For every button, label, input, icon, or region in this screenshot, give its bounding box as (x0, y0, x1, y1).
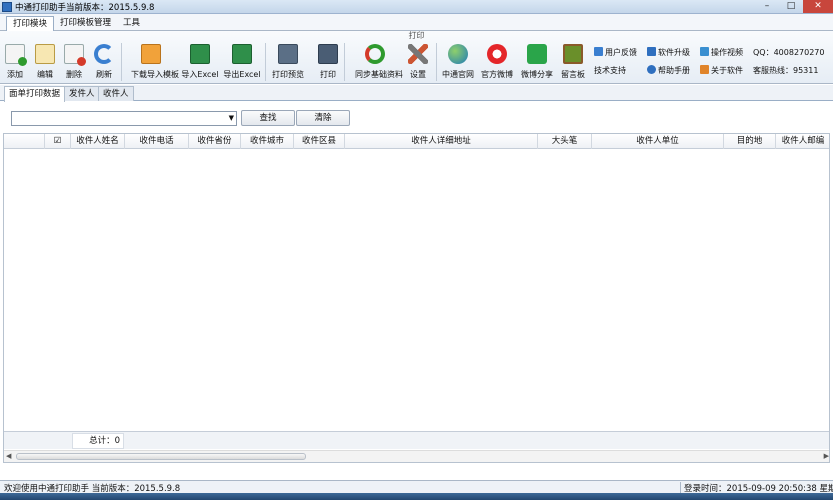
dropdown-arrow-icon[interactable]: ▼ (229, 112, 234, 125)
software-upgrade-link[interactable]: 软件升级 (647, 47, 690, 59)
help-icon (647, 65, 656, 74)
tech-support-link[interactable]: 技术支持 (594, 65, 626, 77)
tab-waybill-data[interactable]: 面单打印数据 (4, 86, 66, 102)
help-manual-link[interactable]: 帮助手册 (647, 65, 690, 77)
qq-number: QQ：4008270270 (753, 48, 825, 57)
column-header-name[interactable]: 收件人姓名 (71, 134, 125, 149)
print-button[interactable]: 打印 (318, 44, 338, 82)
upgrade-icon (647, 47, 656, 56)
search-row: ▼ 查找 清除 (0, 102, 833, 132)
official-weibo-button[interactable]: 官方微博 (481, 44, 513, 82)
menu-bar: 打印模块 打印模板管理 工具 (0, 14, 833, 31)
weibo-share-button[interactable]: 微博分享 (521, 44, 553, 82)
title-bar: 中通打印助手当前版本：2015.5.9.8 – □ ✕ (0, 0, 833, 14)
add-button[interactable]: 添加 (5, 44, 27, 82)
refresh-button[interactable]: 刷新 (94, 44, 114, 82)
tools-icon (408, 44, 428, 64)
excel-export-icon (232, 44, 252, 64)
data-grid[interactable]: ☑ 收件人姓名 收件电话 收件省份 收件城市 收件区县 收件人详细地址 大头笔 … (3, 133, 830, 463)
service-hotline: 客服热线：95311 (753, 66, 819, 75)
message-board-icon (563, 44, 583, 64)
close-icon[interactable]: ✕ (803, 0, 833, 13)
clear-button[interactable]: 清除 (296, 110, 350, 126)
tab-sender[interactable]: 发件人 (64, 86, 100, 101)
zto-website-button[interactable]: 中通官网 (442, 44, 474, 82)
select-all-checkbox[interactable]: ☑ (45, 134, 71, 149)
settings-button[interactable]: 设置 (408, 44, 428, 82)
about-link[interactable]: 关于软件 (700, 65, 743, 77)
horizontal-scrollbar[interactable]: ◀ ▶ (4, 450, 829, 462)
separator (436, 43, 437, 81)
delete-icon (64, 44, 86, 66)
search-combobox[interactable]: ▼ (11, 111, 237, 126)
refresh-icon (94, 44, 114, 64)
add-icon (5, 44, 27, 66)
weibo-icon (487, 44, 507, 64)
print-preview-icon (278, 44, 298, 64)
template-download-icon (141, 44, 161, 64)
column-header-address[interactable]: 收件人详细地址 (345, 134, 538, 149)
print-preview-button[interactable]: 打印预览 (272, 44, 304, 82)
separator (121, 43, 122, 81)
edit-icon (35, 44, 55, 64)
grid-header: ☑ 收件人姓名 收件电话 收件省份 收件城市 收件区县 收件人详细地址 大头笔 … (4, 134, 829, 149)
column-header-rownum[interactable] (4, 134, 45, 149)
column-header-postcode[interactable]: 收件人邮编 (776, 134, 829, 149)
tab-tools[interactable]: 工具 (117, 16, 146, 31)
tab-template-management[interactable]: 打印模板管理 (54, 16, 117, 31)
about-icon (700, 65, 709, 74)
download-template-button[interactable]: 下载导入模板 (131, 44, 179, 82)
grid-summary-row: 总计：0 (4, 431, 829, 449)
maximize-icon[interactable]: □ (779, 0, 803, 13)
tutorial-video-link[interactable]: 操作视频 (700, 47, 743, 59)
window-controls: – □ ✕ (755, 0, 833, 14)
minimize-icon[interactable]: – (755, 0, 779, 13)
app-icon (2, 2, 12, 12)
sync-data-button[interactable]: 同步基础资料 (355, 44, 403, 82)
delete-button[interactable]: 删除 (64, 44, 86, 82)
find-button[interactable]: 查找 (241, 110, 295, 126)
user-feedback-link[interactable]: 用户反馈 (594, 47, 637, 59)
column-header-company[interactable]: 收件人单位 (592, 134, 724, 149)
separator (265, 43, 266, 81)
ribbon-group-label: 打印 (408, 31, 425, 40)
column-header-big-pen[interactable]: 大头笔 (538, 134, 592, 149)
status-bar: 欢迎使用中通打印助手 当前版本：2015.5.9.8 登录时间：2015-09-… (0, 480, 833, 494)
printer-icon (318, 44, 338, 64)
message-board-button[interactable]: 留言板 (561, 44, 585, 82)
scrollbar-thumb[interactable] (16, 453, 306, 460)
tab-recipient[interactable]: 收件人 (98, 86, 134, 101)
column-header-district[interactable]: 收件区县 (294, 134, 345, 149)
tab-print-module[interactable]: 打印模块 (6, 16, 55, 31)
column-header-destination[interactable]: 目的地 (724, 134, 776, 149)
video-icon (700, 47, 709, 56)
column-header-province[interactable]: 收件省份 (189, 134, 241, 149)
separator (344, 43, 345, 81)
globe-icon (448, 44, 468, 64)
column-header-phone[interactable]: 收件电话 (125, 134, 189, 149)
window-title: 中通打印助手当前版本：2015.5.9.8 (15, 3, 155, 13)
total-count: 总计：0 (72, 433, 124, 449)
scroll-left-icon[interactable]: ◀ (6, 451, 11, 462)
content-tabs: 面单打印数据 发件人 收件人 (0, 85, 833, 102)
export-excel-button[interactable]: 导出Excel (223, 44, 261, 82)
edit-button[interactable]: 编辑 (35, 44, 55, 82)
os-taskbar (0, 493, 833, 500)
excel-import-icon (190, 44, 210, 64)
share-icon (527, 44, 547, 64)
sync-icon (365, 44, 385, 64)
column-header-city[interactable]: 收件城市 (241, 134, 294, 149)
feedback-icon (594, 47, 603, 56)
import-excel-button[interactable]: 导入Excel (181, 44, 219, 82)
scroll-right-icon[interactable]: ▶ (824, 451, 829, 462)
ribbon-toolbar: 打印 添加 编辑 删除 刷新 下载导入模板 导入Excel 导出Excel 打印… (0, 31, 833, 84)
